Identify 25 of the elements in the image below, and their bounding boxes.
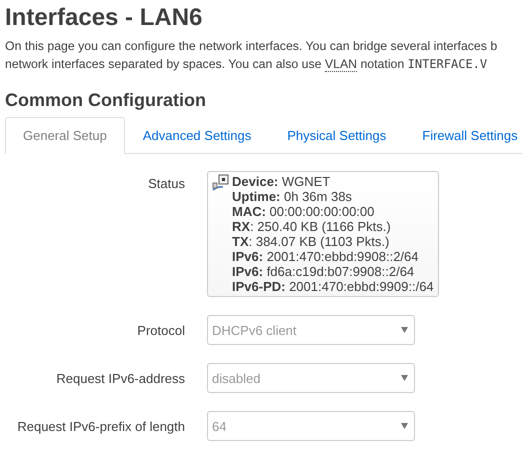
page-title: Interfaces - LAN6 [5, 4, 204, 32]
code-text: INTERFACE.V [408, 57, 488, 71]
section-title: Common Configuration [5, 89, 207, 111]
dropdown-arrow-icon [401, 375, 408, 381]
status-line: IPv6: fd6a:c19d:b07:9908::2/64 [232, 264, 416, 279]
tab[interactable]: General Setup [5, 117, 125, 154]
field-label: Status [147, 175, 186, 191]
status-line: IPv6-PD: 2001:470:ebbd:9909::/64 [232, 279, 434, 294]
status-line: TX: 384.07 KB (1103 Pkts.) [232, 234, 390, 249]
dropdown-arrow-icon [401, 327, 408, 333]
status-line: RX: 250.40 KB (1166 Pkts.) [232, 219, 392, 234]
status-line: MAC: 00:00:00:00:00:00 [232, 204, 376, 219]
tab[interactable]: Physical Settings [269, 117, 404, 154]
field-label: Request IPv6-address [55, 370, 186, 386]
field-label: Request IPv6-prefix of length [16, 418, 186, 434]
status-line: Uptime: 0h 36m 38s [232, 189, 353, 204]
tab[interactable]: Advanced Settings [124, 117, 270, 154]
description-text: On this page you can configure the network interfaces. You can bridge several interfaces b network interfaces separated by spaces. You can also use VLAN notation INTERFACE.V [5, 38, 498, 73]
field-label: Protocol [136, 322, 186, 338]
network-icon [212, 174, 230, 192]
abbreviation: VLAN [324, 57, 358, 72]
status-line: IPv6: 2001:470:ebbd:9908::2/64 [232, 249, 420, 264]
tab[interactable]: Firewall Settings [404, 117, 522, 154]
dropdown-arrow-icon [401, 423, 408, 429]
status-line: Device: WGNET [232, 174, 332, 189]
